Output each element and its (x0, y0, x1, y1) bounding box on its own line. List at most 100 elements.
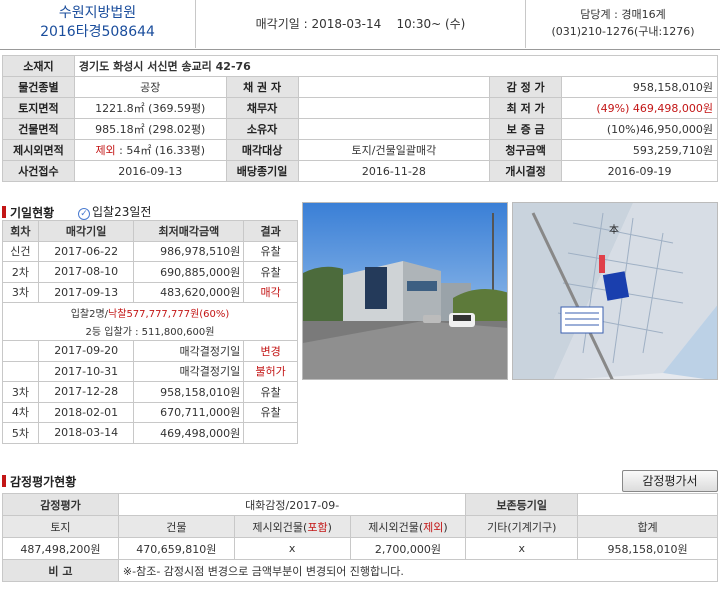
history-cell-date: 2017-12-28 (37, 381, 135, 403)
history-cell-round (2, 340, 39, 362)
land-value: 1221.8㎡ (369.59평) (73, 97, 227, 119)
history-cell-amount: 483,620,000원 (133, 281, 245, 303)
history-title: 기일현황 (2, 204, 54, 221)
sale-date-label: 매각기일 (255, 17, 300, 31)
min-price-amount: 469,498,000원 (632, 102, 713, 115)
bid-count: 입찰2명/ (70, 308, 109, 320)
court-box: 수원지방법원 2016타경508644 (0, 0, 196, 48)
manager-box: 담당계 : 경매16계 (031)210-1276(구내:1276) (526, 0, 720, 48)
sale-date-box: 매각기일 : 2018-03-14 10:30~ (수) (196, 0, 526, 48)
appraisal-head-label: 감정평가 (2, 493, 119, 516)
col-extra-incl-c: ) (327, 520, 332, 534)
min-price-value: (49%) 469,498,000원 (561, 97, 718, 119)
property-photo[interactable] (302, 202, 508, 380)
excluded-tag: 제외 (95, 144, 116, 157)
history-cell-date: 2017-08-10 (37, 261, 135, 283)
land-label: 토지면적 (2, 97, 75, 119)
start-label: 개시결정 (489, 160, 563, 182)
history-cell-amount: 매각결정기일 (133, 340, 245, 362)
address-value: 경기도 화성시 서신면 송교리 42-76 (73, 55, 719, 77)
history-cell-amount: 469,498,000원 (133, 422, 245, 444)
receipt-label: 사건접수 (2, 160, 75, 182)
history-note-row: 2등 입찰가 : 511,800,600원 (2, 321, 298, 341)
note-label: 비 고 (2, 559, 119, 582)
history-col-header: 회차 (2, 220, 39, 242)
excluded-area-label: 제시외면적 (2, 139, 75, 161)
deposit-label: 보 증 금 (489, 118, 563, 140)
claim-value: 593,259,710원 (561, 139, 718, 161)
deposit-value: (10%)46,950,000원 (561, 118, 718, 140)
type-value: 공장 (73, 76, 227, 98)
history-cell-date: 2017-09-20 (37, 340, 135, 362)
history-cell-amount: 986,978,510원 (133, 240, 245, 262)
winning-bid: 낙찰577,777,777원(60%) (108, 308, 230, 320)
history-cell-result: 유찰 (243, 401, 298, 423)
history-cell-round: 2차 (2, 261, 39, 283)
history-cell-result: 유찰 (243, 381, 298, 403)
receipt-value: 2016-09-13 (73, 160, 227, 182)
appraisal-report-button[interactable]: 감정평가서 (622, 470, 718, 492)
manager-label: 담당계 (580, 8, 611, 21)
col-etc: 기타(기계기구) (465, 515, 579, 538)
debtor-value (297, 97, 491, 119)
col-extra-excl-b: 제외 (423, 520, 444, 534)
history-cell-round: 신건 (2, 240, 39, 262)
history-cell-amount: 690,885,000원 (133, 261, 245, 283)
val-extra-excl: 2,700,000원 (349, 537, 467, 560)
map-marker-label: 本 (609, 223, 619, 236)
history-row: 5차 2018-03-14 469,498,000원 (2, 422, 298, 444)
history-col-header: 결과 (243, 220, 298, 242)
appraisal-title: 감정평가현황 (2, 473, 76, 490)
appraisal-label: 감 정 가 (489, 76, 563, 98)
building-label: 건물면적 (2, 118, 75, 140)
sale-history-table: 회차 매각기일 최저매각금액 결과 신건 2017-06-22 986,978,510원 유찰… (2, 220, 298, 444)
history-cell-amount: 매각결정기일 (133, 360, 245, 382)
history-cell-round: 5차 (2, 422, 39, 444)
building-value: 985.18㎡ (298.02평) (73, 118, 227, 140)
col-extra-incl-a: 제시외건물( (252, 520, 308, 534)
history-cell-date: 2018-02-01 (37, 401, 135, 423)
second-bid: 2등 입찰가 : 511,800,600원 (2, 321, 298, 341)
owner-value (297, 118, 491, 140)
location-map[interactable]: 本 (512, 202, 718, 380)
excluded-area-value: 제외 : 54㎡ (16.33평) (73, 139, 227, 161)
col-extra-incl-b: 포함 (307, 520, 328, 534)
property-info-table: 소재지 경기도 화성시 서신면 송교리 42-76 물건종별 공장 채 권 자 … (2, 55, 719, 182)
sale-time: 10:30~ (수) (396, 17, 466, 31)
history-col-header: 최저매각금액 (133, 220, 245, 242)
sale-target-label: 매각대상 (225, 139, 299, 161)
building-photo-image (303, 203, 507, 379)
col-total: 합계 (577, 515, 718, 538)
sale-target-value: 토지/건물일괄매각 (297, 139, 491, 161)
history-cell-result: 매각 (243, 281, 298, 303)
history-cell-amount: 670,711,000원 (133, 401, 245, 423)
excluded-area: : 54㎡ (16.33평) (115, 144, 206, 157)
history-cell-result: 불허가 (243, 360, 298, 382)
history-cell-round: 3차 (2, 381, 39, 403)
type-label: 물건종별 (2, 76, 75, 98)
history-row: 2017-10-31 매각결정기일 불허가 (2, 360, 298, 382)
cadastral-map-image: 本 (513, 203, 717, 379)
val-total: 958,158,010원 (577, 537, 718, 560)
check-icon: ✓ (78, 208, 90, 220)
address-label: 소재지 (2, 55, 75, 77)
history-cell-result: 변경 (243, 340, 298, 362)
history-row: 3차 2017-12-28 958,158,010원 유찰 (2, 381, 298, 403)
dividend-label: 배당종기일 (225, 160, 299, 182)
note-value: ※-참조- 감정시점 변경으로 금액부분이 변경되어 진행합니다. (117, 559, 719, 582)
bid-countdown: ✓ 입찰23일전 (78, 203, 151, 220)
col-extra-excl: 제시외건물(제외) (349, 515, 467, 538)
history-row: 2차 2017-08-10 690,885,000원 유찰 (2, 261, 298, 283)
history-cell-date: 2017-10-31 (37, 360, 135, 382)
history-cell-result: 유찰 (243, 261, 298, 283)
preserve-label: 보존등기일 (465, 493, 579, 516)
col-extra-excl-a: 제시외건물( (368, 520, 424, 534)
creditor-label: 채 권 자 (225, 76, 299, 98)
val-building: 470,659,810원 (117, 537, 235, 560)
appraisal-table: 감정평가 대화감정/2017-09- 보존등기일 토지 건물 제시외건물(포함)… (2, 493, 719, 582)
claim-label: 청구금액 (489, 139, 563, 161)
check-days: 23 (114, 205, 130, 219)
start-value: 2016-09-19 (561, 160, 718, 182)
history-cell-date: 2017-06-22 (37, 240, 135, 262)
appraisal-value: 958,158,010원 (561, 76, 718, 98)
